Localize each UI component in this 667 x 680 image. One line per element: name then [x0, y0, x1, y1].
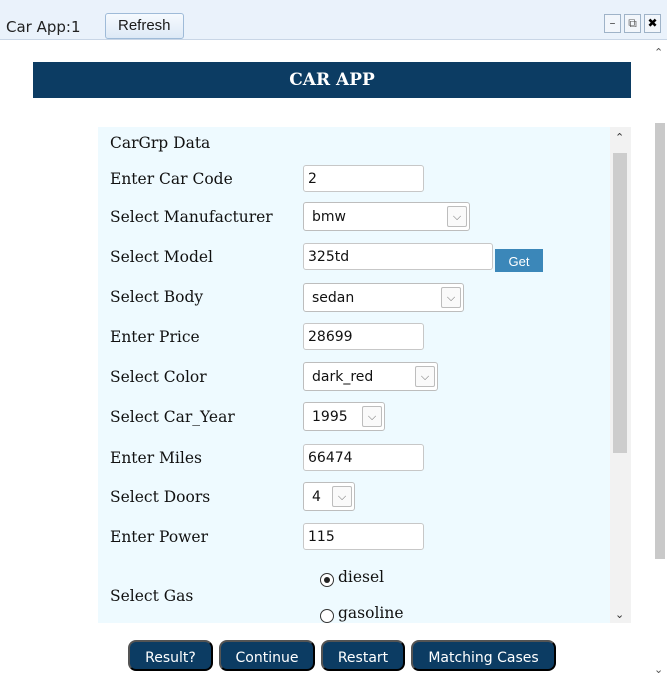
gas-radio-diesel[interactable] [320, 573, 334, 587]
car-year-label: Select Car_Year [110, 408, 235, 426]
scroll-down-icon[interactable]: ⌄ [654, 663, 663, 676]
body-label: Select Body [110, 288, 204, 306]
chevron-down-icon: ⌵ [447, 206, 467, 227]
body-select[interactable]: sedan ⌵ [303, 283, 464, 312]
minimize-icon[interactable]: – [604, 14, 621, 33]
get-button[interactable]: Get [495, 249, 543, 272]
window-title: Car App:1 [6, 18, 81, 36]
outer-scrollbar[interactable]: ⌃ ⌄ [652, 40, 667, 680]
doors-value: 4 [312, 489, 321, 505]
gas-option-gasoline: gasoline [338, 604, 404, 622]
doors-select[interactable]: 4 ⌵ [303, 482, 355, 511]
scroll-up-icon[interactable]: ⌃ [615, 131, 624, 144]
car-year-select[interactable]: 1995 ⌵ [303, 402, 385, 431]
form-scroll-thumb[interactable] [613, 153, 627, 453]
miles-label: Enter Miles [110, 449, 202, 467]
result-button[interactable]: Result? [128, 640, 213, 671]
price-label: Enter Price [110, 328, 200, 346]
price-input[interactable] [303, 323, 424, 350]
chevron-down-icon: ⌵ [441, 287, 461, 308]
power-label: Enter Power [110, 528, 209, 546]
body-value: sedan [312, 290, 355, 306]
gas-label: Select Gas [110, 587, 194, 605]
outer-scroll-thumb[interactable] [655, 123, 665, 559]
car-code-label: Enter Car Code [110, 170, 233, 188]
close-icon[interactable]: ✖ [644, 14, 661, 33]
chevron-down-icon: ⌵ [332, 486, 352, 507]
color-value: dark_red [312, 369, 374, 385]
popout-icon[interactable]: ⧉ [624, 14, 641, 33]
power-input[interactable] [303, 523, 424, 550]
gas-radio-gasoline[interactable] [320, 609, 334, 623]
chevron-down-icon: ⌵ [415, 366, 435, 387]
color-select[interactable]: dark_red ⌵ [303, 362, 438, 391]
section-title: CarGrp Data [110, 134, 211, 152]
chevron-down-icon: ⌵ [362, 406, 382, 427]
gas-option-diesel: diesel [338, 568, 385, 586]
window-controls: – ⧉ ✖ [604, 14, 661, 33]
color-label: Select Color [110, 368, 207, 386]
manufacturer-value: bmw [312, 209, 346, 225]
manufacturer-select[interactable]: bmw ⌵ [303, 202, 470, 231]
model-label: Select Model [110, 248, 214, 266]
form-panel: CarGrp Data Enter Car Code Select Manufa… [98, 127, 610, 623]
restart-button[interactable]: Restart [321, 640, 405, 671]
form-scrollbar[interactable]: ⌃ ⌄ [610, 127, 631, 623]
matching-cases-button[interactable]: Matching Cases [411, 640, 556, 671]
miles-input[interactable] [303, 444, 424, 471]
refresh-button[interactable]: Refresh [105, 13, 184, 39]
continue-button[interactable]: Continue [219, 640, 315, 671]
car-year-value: 1995 [312, 409, 348, 425]
scroll-up-icon[interactable]: ⌃ [654, 46, 663, 59]
window-titlebar: Car App:1 Refresh – ⧉ ✖ [0, 0, 667, 40]
doors-label: Select Doors [110, 488, 211, 506]
app-header: CAR APP [33, 62, 631, 98]
model-input[interactable] [303, 243, 493, 270]
manufacturer-label: Select Manufacturer [110, 208, 273, 226]
scroll-down-icon[interactable]: ⌄ [615, 608, 624, 621]
car-code-input[interactable] [303, 165, 424, 192]
